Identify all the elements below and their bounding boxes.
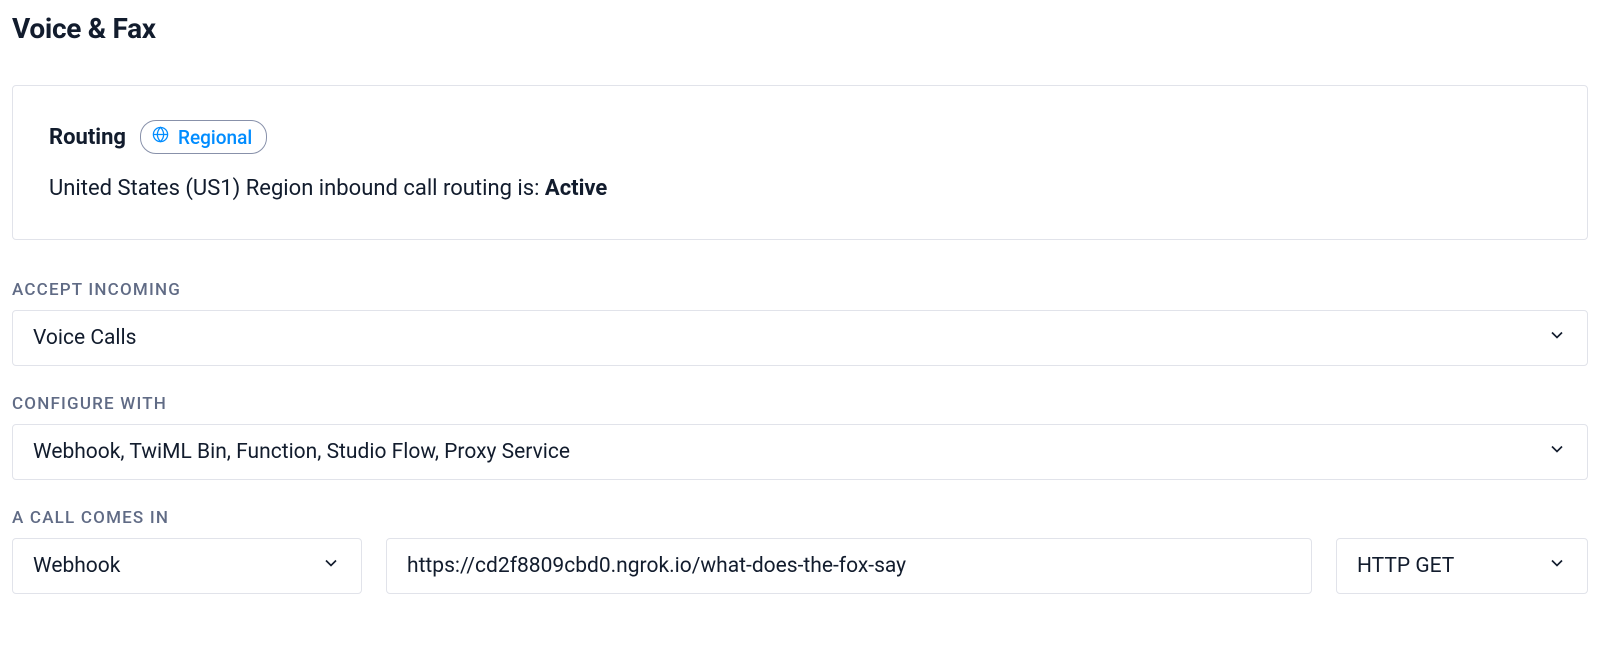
accept-incoming-label: ACCEPT INCOMING: [12, 280, 1588, 300]
configure-with-value: Webhook, TwiML Bin, Function, Studio Flo…: [33, 440, 570, 464]
call-comes-in-label: A CALL COMES IN: [12, 508, 1588, 528]
accept-incoming-value: Voice Calls: [33, 326, 136, 350]
regional-badge[interactable]: Regional: [140, 120, 267, 154]
chevron-down-icon: [1547, 439, 1567, 465]
routing-card: Routing Regional United States (US1) Reg…: [12, 85, 1588, 240]
http-method-value: HTTP GET: [1357, 554, 1454, 578]
page-title: Voice & Fax: [12, 12, 1588, 45]
call-comes-in-group: A CALL COMES IN Webhook HTTP GET: [12, 508, 1588, 594]
call-handler-select[interactable]: Webhook: [12, 538, 362, 594]
routing-header: Routing Regional: [49, 120, 1551, 154]
configure-with-group: CONFIGURE WITH Webhook, TwiML Bin, Funct…: [12, 394, 1588, 480]
accept-incoming-select[interactable]: Voice Calls: [12, 310, 1588, 366]
http-method-select[interactable]: HTTP GET: [1336, 538, 1588, 594]
chevron-down-icon: [1547, 325, 1567, 351]
configure-with-select[interactable]: Webhook, TwiML Bin, Function, Studio Flo…: [12, 424, 1588, 480]
regional-badge-text: Regional: [178, 126, 252, 149]
routing-status-prefix: United States (US1) Region inbound call …: [49, 176, 545, 201]
globe-icon: [151, 125, 170, 149]
routing-label: Routing: [49, 125, 126, 150]
chevron-down-icon: [321, 553, 341, 579]
chevron-down-icon: [1547, 553, 1567, 579]
webhook-url-input[interactable]: [386, 538, 1312, 594]
routing-status: United States (US1) Region inbound call …: [49, 176, 1551, 201]
accept-incoming-group: ACCEPT INCOMING Voice Calls: [12, 280, 1588, 366]
call-handler-value: Webhook: [33, 554, 120, 578]
configure-with-label: CONFIGURE WITH: [12, 394, 1588, 414]
routing-status-value: Active: [545, 176, 607, 201]
